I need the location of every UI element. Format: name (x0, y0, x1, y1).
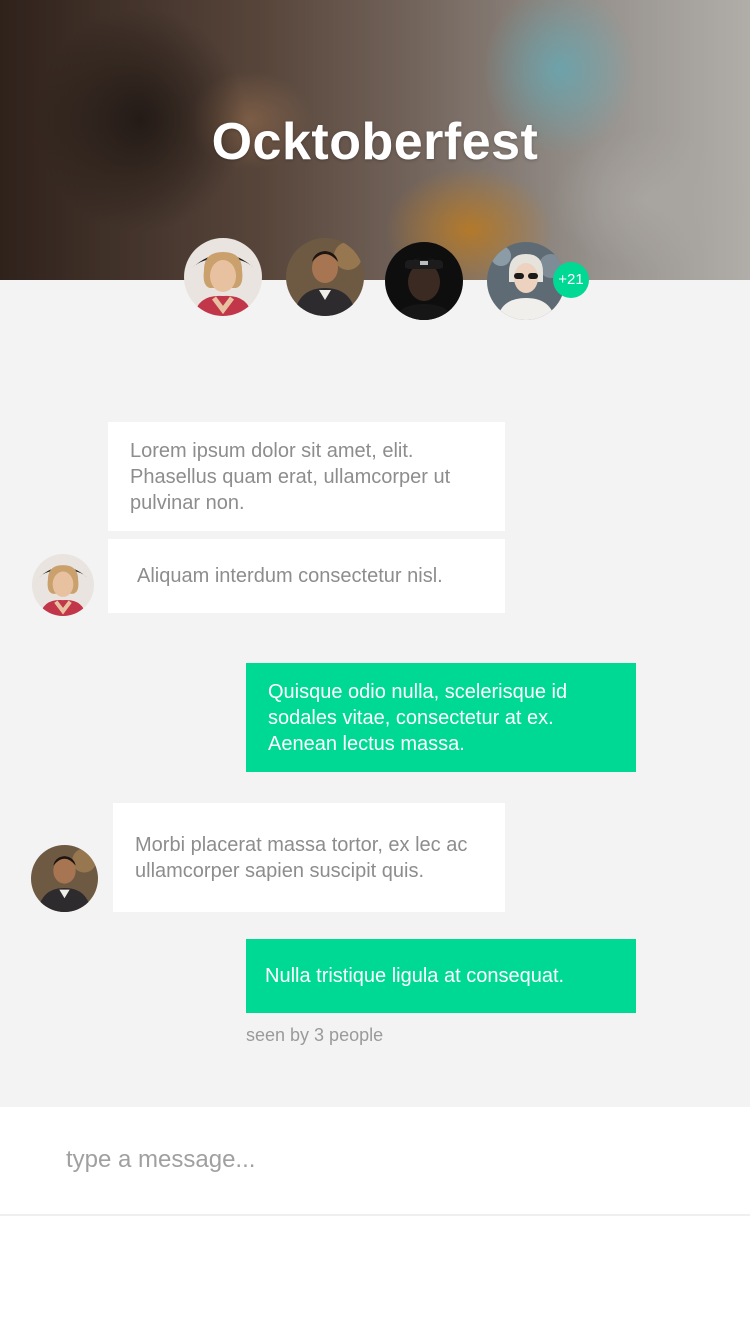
participant-avatar[interactable] (286, 238, 364, 316)
smiling-man-icon (286, 238, 364, 316)
message-bubble-incoming: Lorem ipsum dolor sit amet, elit. Phasel… (108, 422, 505, 531)
sender-avatar[interactable] (32, 554, 94, 616)
participant-avatar[interactable] (184, 238, 262, 316)
more-participants-badge[interactable]: +21 (553, 262, 589, 298)
participant-avatar[interactable] (385, 242, 463, 320)
participants-row: +21 (0, 238, 750, 320)
message-input[interactable] (66, 1137, 686, 1183)
message-text: Morbi placerat massa tortor, ex lec ac u… (135, 833, 468, 882)
chat-thread[interactable]: Lorem ipsum dolor sit amet, elit. Phasel… (0, 280, 750, 1107)
message-bubble-incoming: Aliquam interdum consectetur nisl. (108, 539, 505, 613)
message-text: Lorem ipsum dolor sit amet, elit. Phasel… (130, 439, 451, 514)
smiling-man-icon (31, 845, 98, 912)
seen-status: seen by 3 people (246, 1025, 384, 1045)
event-title: Ocktoberfest (211, 113, 539, 171)
woman-with-hat-icon (32, 554, 94, 616)
message-text: Aliquam interdum consectetur nisl. (137, 565, 443, 587)
message-bubble-outgoing: Nulla tristique ligula at consequat. (246, 939, 636, 1013)
message-bubble-incoming: Morbi placerat massa tortor, ex lec ac u… (113, 803, 505, 912)
message-bubble-outgoing: Quisque odio nulla, scelerisque id sodal… (246, 663, 636, 772)
man-with-cap-icon (385, 242, 463, 320)
message-text: Quisque odio nulla, scelerisque id sodal… (268, 680, 568, 755)
message-composer (0, 1107, 750, 1216)
sender-avatar[interactable] (31, 845, 98, 912)
message-text: Nulla tristique ligula at consequat. (265, 965, 565, 987)
woman-with-hat-icon (184, 238, 262, 316)
